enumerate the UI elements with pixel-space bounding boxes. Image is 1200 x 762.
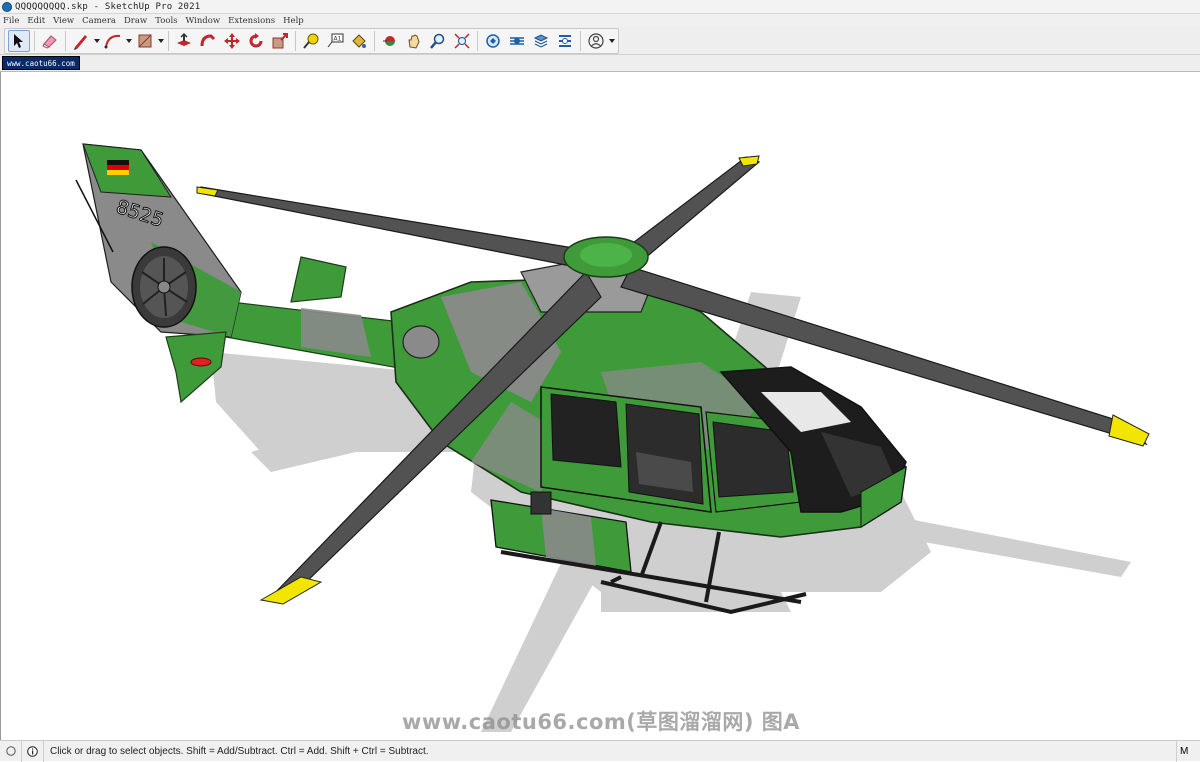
menu-help[interactable]: Help [283,16,304,26]
toolbar-separator [34,30,35,51]
menu-edit[interactable]: Edit [27,16,45,26]
extension-manager-icon[interactable] [554,30,576,52]
zoom-icon[interactable] [427,30,449,52]
toolbar-separator [580,30,581,51]
tail-fin: 8525 [75,143,242,404]
rectangle-shape-icon[interactable] [134,30,156,52]
select-arrow-icon[interactable] [8,29,30,52]
warehouse-icon[interactable] [482,30,504,52]
model-viewport[interactable]: 8525 www.caotu66.com(草图溜溜网) 图A [0,72,1200,740]
scale-icon[interactable] [269,30,291,52]
toolbar-separator [65,30,66,51]
pencil-dropdown-caret[interactable] [93,30,101,52]
menu-bar: File Edit View Camera Draw Tools Window … [0,14,1200,27]
eraser-icon[interactable] [39,30,61,52]
account-icon[interactable] [585,30,607,52]
shape-dropdown-caret[interactable] [157,30,165,52]
arc-icon[interactable] [102,30,124,52]
status-geolocation-cell[interactable] [0,740,22,762]
tape-measure-icon[interactable] [300,30,322,52]
scene-tab-bar: www.caotu66.com [0,55,1200,72]
move-icon[interactable] [221,30,243,52]
title-bar: QQQQQQQQQ.skp - SketchUp Pro 2021 [0,0,1200,14]
toolbar-group: A1 [4,27,619,54]
scene-tab[interactable]: www.caotu66.com [2,56,80,70]
toolbar-separator [295,30,296,51]
window-title: QQQQQQQQQ.skp - SketchUp Pro 2021 [15,1,201,12]
menu-extensions[interactable]: Extensions [228,16,275,26]
toolbar-separator [477,30,478,51]
menu-file[interactable]: File [3,16,19,26]
push-pull-icon[interactable] [173,30,195,52]
rotate-icon[interactable] [245,30,267,52]
follow-me-icon[interactable] [197,30,219,52]
menu-tools[interactable]: Tools [155,16,177,26]
paint-bucket-icon[interactable] [348,30,370,52]
menu-window[interactable]: Window [186,16,221,26]
menu-view[interactable]: View [53,16,74,26]
text-label-icon[interactable]: A1 [324,30,346,52]
account-dropdown-caret[interactable] [608,30,616,52]
geolocation-icon [5,746,16,756]
zoom-extents-icon[interactable] [451,30,473,52]
extension-warehouse-icon[interactable] [506,30,528,52]
menu-camera[interactable]: Camera [82,16,116,26]
horizontal-stabilizer [290,256,347,303]
pencil-line-icon[interactable] [70,30,92,52]
menu-draw[interactable]: Draw [124,16,147,26]
arc-dropdown-caret[interactable] [125,30,133,52]
main-toolbar: A1 [0,27,1200,55]
helicopter-model: 8525 [75,143,1150,732]
measurements-box[interactable]: M [1176,740,1200,762]
layout-icon[interactable] [530,30,552,52]
status-message: Click or drag to select objects. Shift =… [50,745,429,757]
pan-hand-icon[interactable] [403,30,425,52]
orbit-icon[interactable] [379,30,401,52]
info-icon [27,745,38,757]
toolbar-separator [168,30,169,51]
status-info-cell[interactable] [22,740,44,762]
watermark-text: www.caotu66.com(草图溜溜网) 图A [401,710,801,734]
sketchup-app-icon [2,1,12,12]
status-bar: Click or drag to select objects. Shift =… [0,740,1200,762]
svg-text:A1: A1 [334,35,342,42]
toolbar-separator [374,30,375,51]
